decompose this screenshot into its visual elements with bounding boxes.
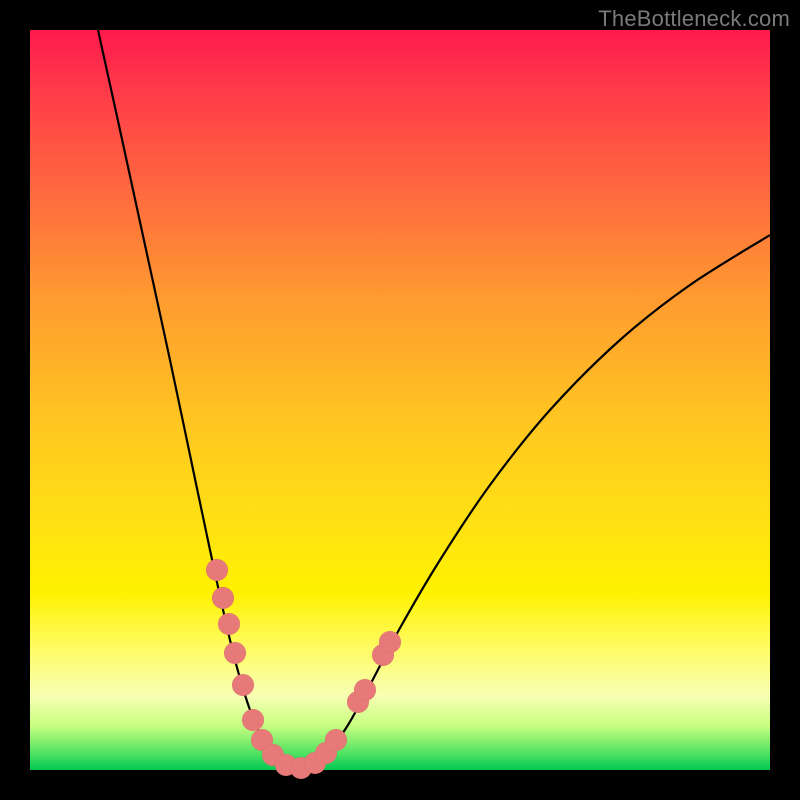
data-marker	[325, 729, 347, 751]
data-marker	[224, 642, 246, 664]
data-marker	[354, 679, 376, 701]
marker-group	[206, 559, 401, 779]
data-marker	[206, 559, 228, 581]
data-marker	[212, 587, 234, 609]
outer-frame: TheBottleneck.com	[0, 0, 800, 800]
data-marker	[379, 631, 401, 653]
data-marker	[218, 613, 240, 635]
data-marker	[232, 674, 254, 696]
plot-area	[30, 30, 770, 770]
bottleneck-curve	[98, 30, 770, 770]
chart-svg	[30, 30, 770, 770]
watermark-text: TheBottleneck.com	[598, 6, 790, 32]
data-marker	[242, 709, 264, 731]
